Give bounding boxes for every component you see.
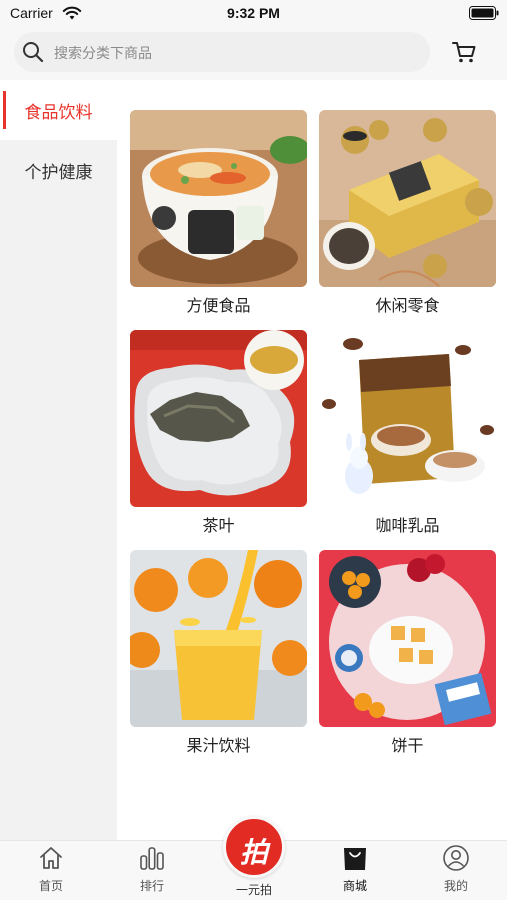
status-bar: Carrier 9:32 PM <box>0 0 507 28</box>
tea-leaves-image <box>130 330 307 507</box>
category-sidebar: 食品饮料 个护健康 <box>0 80 117 840</box>
snack-gift-box-image <box>319 110 496 287</box>
battery-icon <box>469 6 499 20</box>
coffee-package-image <box>319 330 496 507</box>
profile-icon <box>443 845 469 871</box>
bottom-tab-bar: 首页 排行 拍 一元拍 商城 我的 <box>0 816 507 900</box>
ranking-icon <box>140 847 164 870</box>
auction-glyph: 拍 <box>239 836 268 869</box>
tab-label: 商城 <box>342 879 367 893</box>
sidebar-item-food-drinks[interactable]: 食品饮料 <box>0 80 117 140</box>
tab-mall[interactable]: 商城 <box>315 841 395 900</box>
category-card-tea[interactable]: 茶叶 <box>130 330 308 536</box>
tab-home[interactable]: 首页 <box>11 841 91 900</box>
home-icon <box>40 847 62 869</box>
search-input[interactable]: 搜索分类下商品 <box>14 32 430 72</box>
tab-profile[interactable]: 我的 <box>416 841 496 900</box>
category-card-instant-food[interactable]: 方便食品 <box>130 110 308 316</box>
category-label: 咖啡乳品 <box>375 516 440 535</box>
tab-label: 一元拍 <box>235 883 272 897</box>
category-card-juice-drinks[interactable]: 果汁饮料 <box>130 550 308 756</box>
tab-label: 首页 <box>38 879 63 893</box>
category-label: 茶叶 <box>202 516 235 535</box>
category-label: 方便食品 <box>186 296 251 315</box>
search-icon <box>23 42 44 63</box>
category-label: 休闲零食 <box>375 296 440 315</box>
biscuits-image <box>319 550 496 727</box>
status-time: 9:32 PM <box>227 5 280 21</box>
category-label: 饼干 <box>391 736 424 755</box>
category-grid: 方便食品 休闲零食 茶叶 咖啡乳品 果汁饮料 饼干 <box>117 80 507 840</box>
search-placeholder: 搜索分类下商品 <box>54 46 152 62</box>
orange-juice-image <box>130 550 307 727</box>
tab-label: 排行 <box>139 879 164 893</box>
shopping-bag-icon <box>344 848 366 870</box>
cart-icon[interactable] <box>450 38 478 66</box>
category-card-snacks[interactable]: 休闲零食 <box>319 110 497 316</box>
auction-icon: 拍 <box>223 816 285 878</box>
category-card-biscuits[interactable]: 饼干 <box>319 550 497 756</box>
category-label: 果汁饮料 <box>186 736 251 755</box>
category-card-coffee-dairy[interactable]: 咖啡乳品 <box>319 330 497 536</box>
sidebar-item-label: 食品饮料 <box>24 103 93 123</box>
tab-one-yuan-auction[interactable]: 拍 一元拍 <box>214 814 294 900</box>
sidebar-item-personal-care[interactable]: 个护健康 <box>0 140 117 200</box>
sidebar-item-label: 个护健康 <box>24 163 93 183</box>
instant-noodle-image <box>130 110 307 287</box>
tab-ranking[interactable]: 排行 <box>112 841 192 900</box>
header: 搜索分类下商品 <box>0 28 507 80</box>
tab-label: 我的 <box>443 879 468 893</box>
